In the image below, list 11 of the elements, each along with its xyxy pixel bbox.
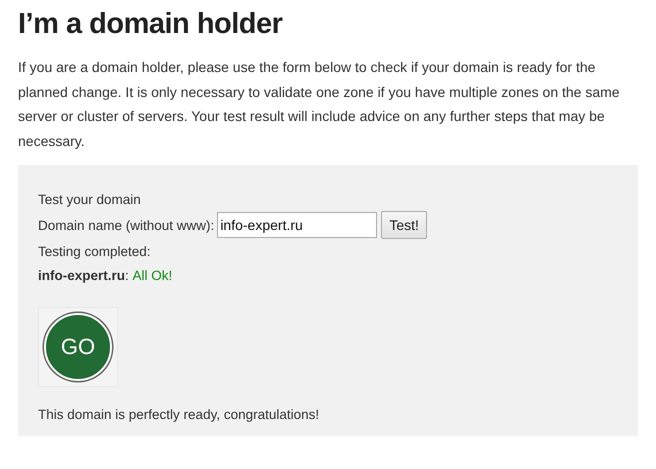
- panel-title: Test your domain: [38, 192, 141, 206]
- result-domain: info-expert.ru:: [38, 268, 129, 282]
- status-text: Testing completed:: [38, 244, 151, 258]
- result-message: This domain is perfectly ready, congratulations!: [38, 407, 320, 422]
- result-status: All Ok!: [132, 268, 172, 282]
- intro-paragraph: If you are a domain holder, please use the form below to check if your domain is ready for the planned change. It is only necessary to validate one zone if you have multiple zones on the same server or cluster of servers. Your test result will include advice on any further steps that may be necessary.: [18, 58, 621, 151]
- domain-label: Domain name (without www):: [38, 218, 214, 232]
- domain-input-field[interactable]: info-expert.ru: [217, 212, 378, 238]
- page-heading: I’m a domain holder: [18, 8, 284, 41]
- go-badge: GO: [44, 313, 112, 381]
- test-button[interactable]: Test!: [381, 211, 427, 239]
